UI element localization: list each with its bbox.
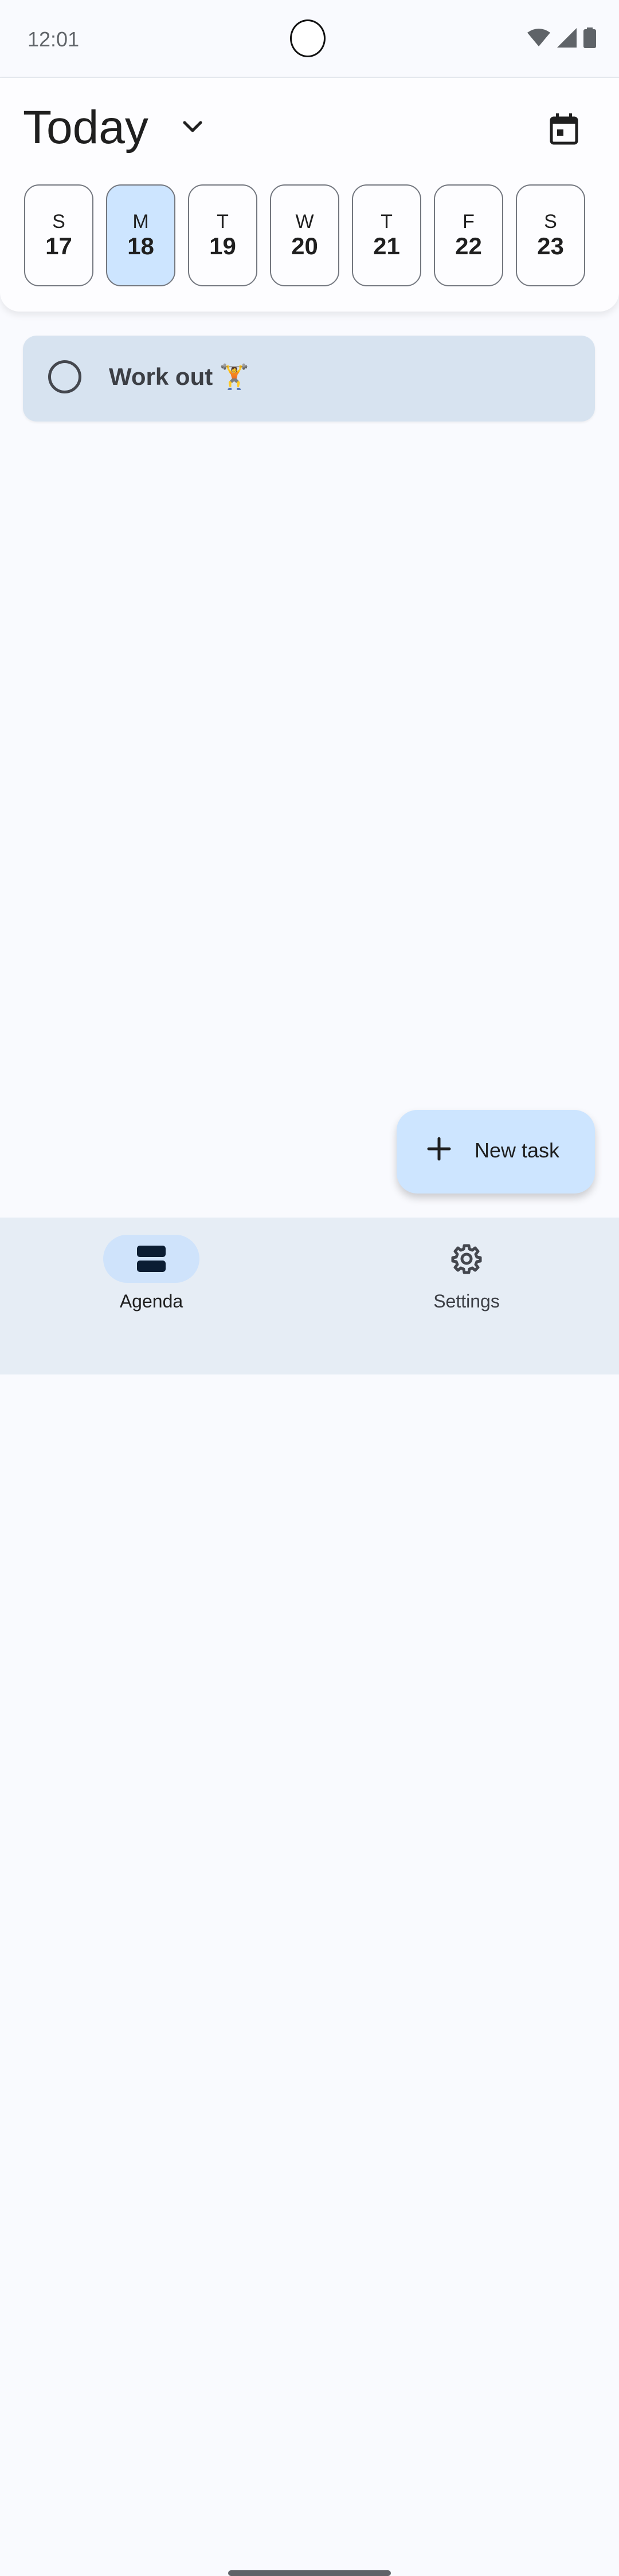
task-label: Work out 🏋️	[109, 363, 250, 390]
week-strip: S 17 M 18 T 19 W 20 T 21 F 22 S 23	[24, 184, 585, 286]
nav-indicator	[418, 1235, 515, 1283]
nav-item-agenda[interactable]: Agenda	[65, 1235, 237, 1312]
day-number: 17	[45, 233, 72, 259]
agenda-icon	[137, 1246, 166, 1272]
day-number: 19	[209, 233, 236, 259]
new-task-button[interactable]: New task	[397, 1110, 595, 1194]
day-sunday-17[interactable]: S 17	[24, 184, 93, 286]
task-item[interactable]: Work out 🏋️	[23, 336, 595, 422]
nav-item-settings[interactable]: Settings	[381, 1235, 553, 1312]
page-title[interactable]: Today	[23, 101, 148, 155]
home-indicator[interactable]	[228, 2570, 391, 2576]
status-bar: 12:01	[0, 0, 619, 78]
day-saturday-23[interactable]: S 23	[516, 184, 585, 286]
battery-icon	[583, 27, 596, 48]
new-task-label: New task	[475, 1139, 560, 1162]
nav-label-settings: Settings	[433, 1291, 500, 1311]
day-letter: W	[295, 211, 314, 233]
day-tuesday-19[interactable]: T 19	[188, 184, 257, 286]
plus-icon	[427, 1137, 451, 1161]
day-letter: F	[463, 211, 475, 233]
gear-icon	[451, 1244, 482, 1274]
day-wednesday-20[interactable]: W 20	[270, 184, 339, 286]
day-number: 18	[127, 233, 154, 259]
nav-active-indicator	[103, 1235, 199, 1283]
camera-cutout	[290, 19, 326, 57]
day-letter: T	[217, 211, 229, 233]
day-friday-22[interactable]: F 22	[434, 184, 503, 286]
status-icons	[527, 27, 596, 48]
day-number: 23	[537, 233, 564, 259]
status-time: 12:01	[28, 27, 80, 51]
day-letter: T	[381, 211, 393, 233]
agenda-header: Today S 17 M 18 T 19 W 20 T 21 F 22 S 23	[0, 78, 619, 312]
bottom-navigation: Agenda Settings	[0, 1218, 619, 2576]
day-letter: S	[52, 211, 65, 233]
nav-label-agenda: Agenda	[119, 1291, 183, 1311]
chevron-down-icon[interactable]	[181, 119, 204, 135]
day-number: 21	[373, 233, 400, 259]
day-monday-18[interactable]: M 18	[106, 184, 175, 286]
wifi-icon	[527, 29, 550, 46]
day-letter: M	[132, 211, 149, 233]
task-checkbox[interactable]	[48, 360, 81, 393]
day-letter: S	[544, 211, 557, 233]
signal-icon	[557, 28, 577, 48]
day-thursday-21[interactable]: T 21	[352, 184, 421, 286]
calendar-icon[interactable]	[547, 112, 581, 147]
day-number: 22	[455, 233, 482, 259]
day-number: 20	[291, 233, 318, 259]
